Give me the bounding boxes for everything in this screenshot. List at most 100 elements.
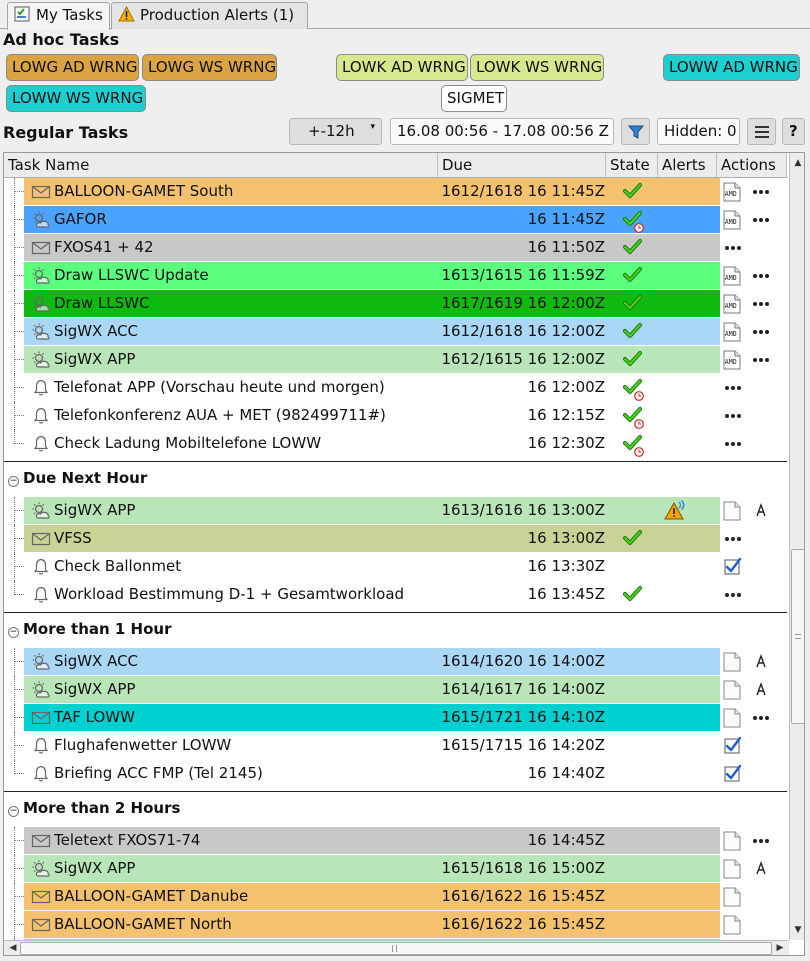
action-secondary[interactable] (751, 859, 773, 879)
action-secondary[interactable] (751, 680, 773, 700)
horizontal-scroll-thumb[interactable] (20, 942, 772, 955)
table-row[interactable]: VFSS 16 13:00Z (4, 525, 787, 553)
table-row[interactable]: Teletext FXOS71-74 16 14:45Z (4, 827, 787, 855)
adhoc-chip-label: LOWG AD WRNG (12, 58, 138, 76)
filter-button[interactable] (621, 118, 650, 145)
action-primary[interactable] (723, 406, 741, 426)
adhoc-chip-loww-ad-wrng[interactable]: LOWW AD WRNG (663, 54, 800, 81)
adhoc-chip-lowg-ws-wrng[interactable]: LOWG WS WRNG (142, 54, 277, 81)
table-row[interactable]: BALLOON-GAMET South 1612/1618 16 11:45Z AM… (4, 178, 787, 206)
table-row[interactable]: FXOS41 + 42 16 11:50Z (4, 234, 787, 262)
vertical-scroll-thumb[interactable] (791, 549, 804, 724)
action-primary[interactable] (723, 529, 741, 549)
action-primary[interactable] (723, 378, 741, 398)
table-row[interactable]: SigWX ACC 1612/1618 16 12:00Z AMD (4, 318, 787, 346)
column-alerts[interactable]: Alerts (658, 153, 717, 177)
action-secondary[interactable] (751, 210, 773, 230)
group-header[interactable]: − Due Next Hour (4, 461, 787, 497)
more-icon (725, 593, 741, 597)
tree-line (14, 346, 15, 374)
action-primary[interactable] (723, 831, 741, 851)
table-row[interactable]: SigWX APP 1612/1615 16 12:00Z AMD (4, 346, 787, 374)
action-primary[interactable]: AMD (723, 182, 741, 202)
action-primary[interactable]: AMD (723, 294, 741, 314)
tree-branch (14, 443, 24, 444)
adhoc-chip-lowk-ws-wrng[interactable]: LOWK WS WRNG (470, 54, 604, 81)
action-secondary[interactable] (751, 350, 773, 370)
scroll-up-icon[interactable]: ▲ (791, 156, 804, 170)
action-primary[interactable] (723, 887, 741, 907)
action-secondary[interactable] (751, 182, 773, 202)
action-secondary[interactable] (751, 708, 773, 728)
table-row[interactable]: Telefonat APP (Vorschau heute und morgen… (4, 374, 787, 402)
action-secondary[interactable] (751, 322, 773, 342)
action-primary[interactable] (723, 736, 742, 756)
menu-button[interactable] (747, 118, 776, 145)
table-row[interactable]: Flughafenwetter LOWW 1615/1715 16 14:20Z (4, 732, 787, 760)
adhoc-chip-lowk-ad-wrng[interactable]: LOWK AD WRNG (336, 54, 468, 81)
adhoc-chip-loww-ws-wrng[interactable]: LOWW WS WRNG (6, 85, 146, 112)
adhoc-chip-sigmet[interactable]: SIGMET (441, 85, 507, 112)
action-primary[interactable] (723, 557, 742, 577)
table-row[interactable]: BALLOON-GAMET Danube 1616/1622 16 15:45Z (4, 883, 787, 911)
table-row[interactable]: SigWX APP 1614/1617 16 14:00Z (4, 676, 787, 704)
action-primary[interactable] (723, 680, 741, 700)
tab-my-tasks[interactable]: My Tasks (7, 2, 110, 30)
task-alerts[interactable] (664, 500, 688, 522)
collapse-icon[interactable]: − (8, 476, 19, 487)
action-secondary[interactable] (751, 652, 773, 672)
group-header[interactable]: − More than 1 Hour (4, 612, 787, 648)
vertical-scrollbar[interactable]: ▲ ▼ (789, 153, 804, 940)
table-row[interactable]: Briefing ACC FMP (Tel 2145) 16 14:40Z (4, 760, 787, 788)
action-secondary[interactable] (751, 294, 773, 314)
table-row[interactable]: TAF LOWW 1615/1721 16 14:10Z (4, 704, 787, 732)
action-secondary[interactable] (751, 501, 773, 521)
scroll-down-icon[interactable]: ▼ (791, 923, 804, 937)
action-primary[interactable] (723, 764, 742, 784)
collapse-icon[interactable]: − (8, 627, 19, 638)
action-primary[interactable] (723, 585, 741, 605)
group-header[interactable]: − More than 2 Hours (4, 791, 787, 827)
action-primary[interactable] (723, 238, 741, 258)
tab-label: Production Alerts (1) (140, 6, 295, 24)
range-select[interactable]: +-12h ▾ (289, 118, 382, 145)
time-window-field[interactable]: 16.08 00:56 - 17.08 00:56 Z (390, 118, 614, 145)
table-row[interactable]: Workload Bestimmung D-1 + Gesamtworkload… (4, 581, 787, 609)
help-button[interactable]: ? (782, 118, 805, 145)
table-row[interactable]: Check Ladung Mobiltelefone LOWW 16 12:30Z (4, 430, 787, 458)
table-row[interactable]: GAFOR 16 11:45Z AMD (4, 206, 787, 234)
task-alerts (664, 265, 688, 287)
table-row[interactable]: Check Ballonmet 16 13:30Z (4, 553, 787, 581)
action-primary[interactable]: AMD (723, 322, 741, 342)
action-primary[interactable] (723, 859, 741, 879)
column-task-name[interactable]: Task Name (4, 153, 438, 177)
table-row[interactable]: Draw LLSWC Update 1613/1615 16 11:59Z AMD (4, 262, 787, 290)
column-state[interactable]: State (606, 153, 658, 177)
action-secondary[interactable] (751, 266, 773, 286)
action-primary[interactable] (723, 434, 741, 454)
table-row[interactable]: Draw LLSWC 1617/1619 16 12:00Z AMD (4, 290, 787, 318)
table-row[interactable]: SigWX ACC 1614/1620 16 14:00Z (4, 648, 787, 676)
table-row[interactable]: BALLOON-GAMET North 1616/1622 16 15:45Z (4, 911, 787, 939)
table-row[interactable]: Telefonkonferenz AUA + MET (982499711#) 1… (4, 402, 787, 430)
more-icon (753, 274, 769, 278)
task-due: 1615/1618 16 15:00Z (441, 859, 605, 877)
action-primary[interactable] (723, 915, 741, 935)
scroll-left-icon[interactable]: ◀ (6, 941, 20, 955)
scroll-right-icon[interactable]: ▶ (773, 941, 787, 955)
action-primary[interactable]: AMD (723, 350, 741, 370)
action-primary[interactable] (723, 652, 741, 672)
horizontal-scrollbar[interactable]: ◀ ▶ (4, 940, 789, 955)
collapse-icon[interactable]: − (8, 806, 19, 817)
action-primary[interactable] (723, 708, 741, 728)
adhoc-chip-lowg-ad-wrng[interactable]: LOWG AD WRNG (6, 54, 139, 81)
action-primary[interactable] (723, 501, 741, 521)
action-secondary[interactable] (751, 831, 773, 851)
column-actions[interactable]: Actions (717, 153, 787, 177)
table-row[interactable]: SigWX APP 1613/1616 16 13:00Z (4, 497, 787, 525)
table-row[interactable]: SigWX APP 1615/1618 16 15:00Z (4, 855, 787, 883)
action-primary[interactable]: AMD (723, 266, 741, 286)
action-primary[interactable]: AMD (723, 210, 741, 230)
tab-production-alerts[interactable]: Production Alerts (1) (111, 2, 308, 29)
column-due[interactable]: Due (438, 153, 606, 177)
